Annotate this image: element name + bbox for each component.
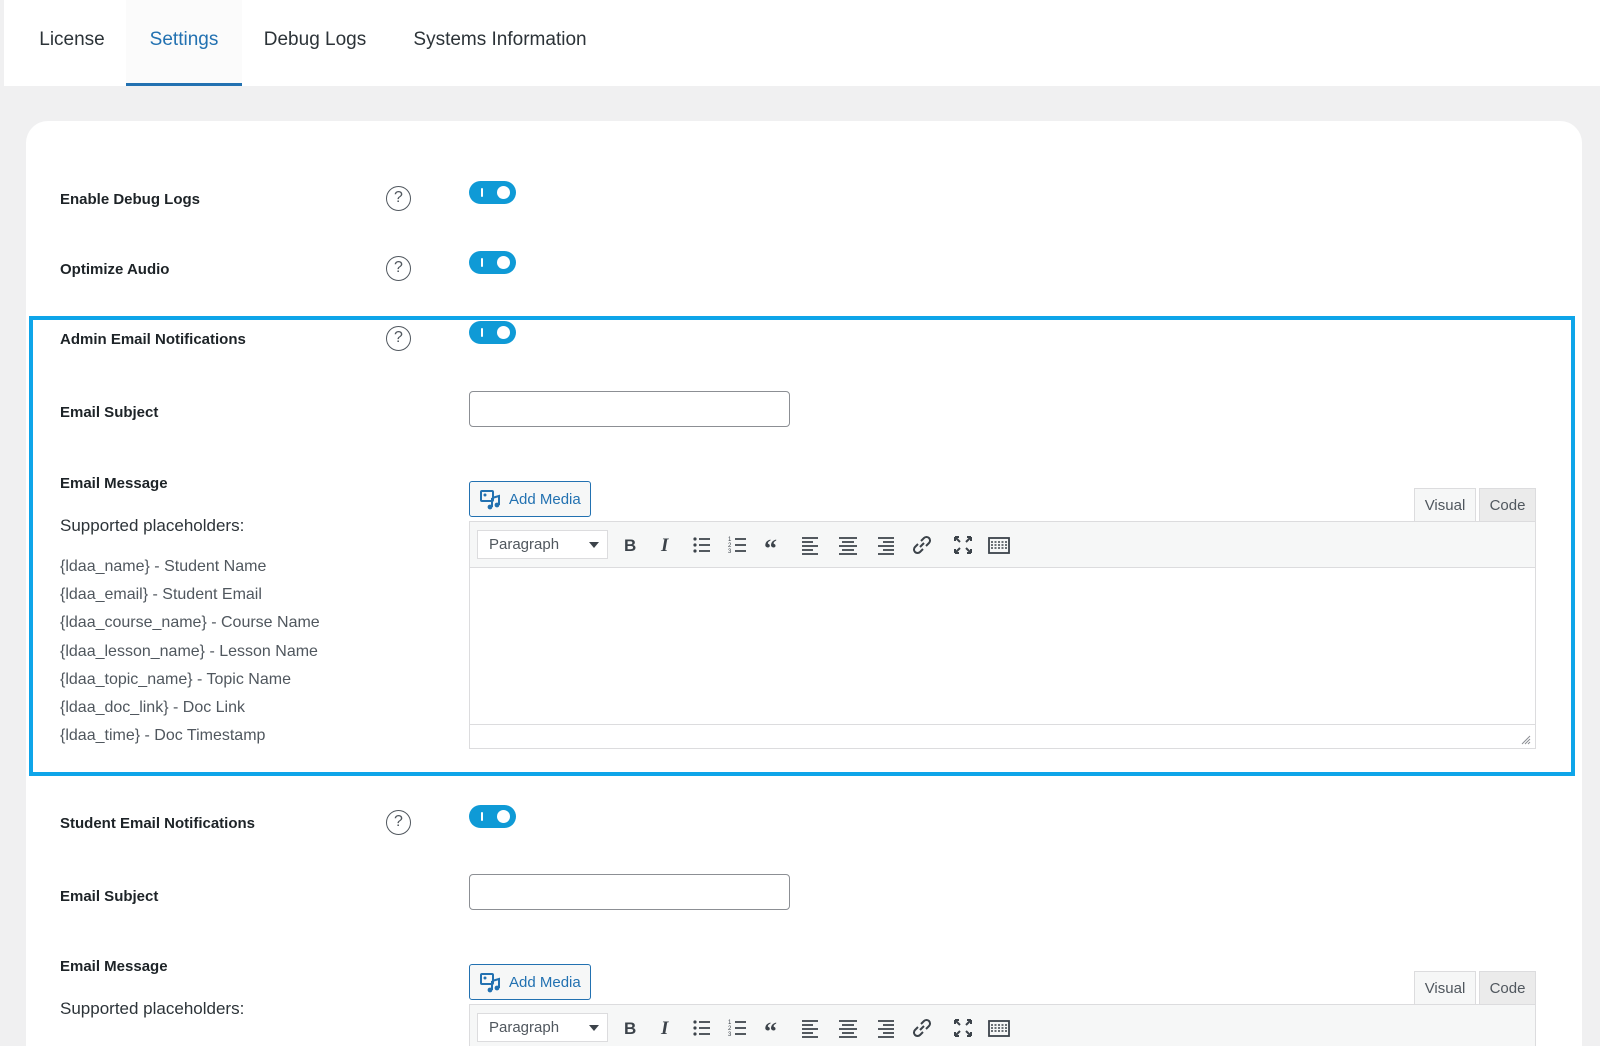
placeholders-heading: Supported placeholders: <box>60 999 245 1018</box>
help-icon[interactable]: ? <box>386 326 411 351</box>
enable-debug-logs-label: Enable Debug Logs <box>60 191 201 208</box>
admin-email-notifications-label: Admin Email Notifications <box>60 331 246 348</box>
bullet-list-icon[interactable] <box>688 531 716 559</box>
resize-grip-icon[interactable] <box>1521 735 1531 745</box>
editor-tab-visual[interactable]: Visual <box>1414 488 1476 522</box>
svg-text:I: I <box>660 1018 669 1039</box>
format-select[interactable]: Paragraph <box>477 530 608 559</box>
align-center-icon[interactable] <box>834 1014 862 1042</box>
numbered-list-icon[interactable]: 123 <box>724 1014 752 1042</box>
enable-debug-logs-toggle[interactable] <box>469 181 516 204</box>
italic-icon[interactable]: I <box>652 531 680 559</box>
help-icon[interactable]: ? <box>386 256 411 281</box>
placeholder-item: {ldaa_time} - Doc Timestamp <box>60 727 266 744</box>
chevron-down-icon <box>589 1025 599 1031</box>
placeholder-item: {ldaa_lesson_name} - Lesson Name <box>60 643 318 660</box>
student-email-message-editor: Paragraph B I 1 2 3 “ <box>469 1004 1536 1046</box>
link-icon[interactable] <box>908 531 936 559</box>
placeholders-heading: Supported placeholders: <box>60 516 245 535</box>
admin-email-subject-input[interactable] <box>469 391 790 427</box>
optimize-audio-toggle[interactable] <box>469 251 516 274</box>
blockquote-icon[interactable]: “ <box>760 531 788 563</box>
placeholder-item: {ldaa_topic_name} - Topic Name <box>60 671 291 688</box>
student-email-message-label: Email Message <box>60 958 168 975</box>
bold-icon[interactable]: B <box>616 531 644 559</box>
placeholder-item: {ldaa_name} - Student Name <box>60 558 267 575</box>
align-center-icon[interactable] <box>834 531 862 559</box>
editor-tab-code[interactable]: Code <box>1479 971 1536 1005</box>
blockquote-icon[interactable]: “ <box>760 1014 788 1046</box>
svg-text:B: B <box>624 1019 636 1038</box>
svg-text:3: 3 <box>728 1032 732 1038</box>
svg-text:“: “ <box>764 534 777 559</box>
format-select-value: Paragraph <box>489 1019 560 1036</box>
placeholder-item: {ldaa_email} - Student Email <box>60 586 262 603</box>
editor-tab-visual[interactable]: Visual <box>1414 971 1476 1005</box>
student-email-subject-label: Email Subject <box>60 888 159 905</box>
align-right-icon[interactable] <box>871 1014 899 1042</box>
toolbar-toggle-icon[interactable] <box>985 531 1013 559</box>
student-email-notifications-toggle[interactable] <box>469 805 516 828</box>
svg-text:I: I <box>660 535 669 556</box>
svg-text:“: “ <box>764 1017 777 1042</box>
editor-status-bar <box>470 724 1535 748</box>
placeholder-item: {ldaa_course_name} - Course Name <box>60 614 320 631</box>
bold-icon[interactable]: B <box>616 1014 644 1042</box>
media-icon <box>480 490 500 510</box>
student-email-subject-input[interactable] <box>469 874 790 910</box>
format-select-value: Paragraph <box>489 536 560 553</box>
admin-email-message-editor: Paragraph B I 1 2 3 “ <box>469 521 1536 749</box>
toolbar-toggle-icon[interactable] <box>985 1014 1013 1042</box>
admin-email-subject-label: Email Subject <box>60 404 159 421</box>
media-icon <box>480 973 500 993</box>
editor-tab-code[interactable]: Code <box>1479 488 1536 522</box>
svg-text:B: B <box>624 536 636 555</box>
align-left-icon[interactable] <box>797 531 825 559</box>
student-email-notifications-label: Student Email Notifications <box>60 815 256 832</box>
add-media-button[interactable]: Add Media <box>469 481 591 517</box>
fullscreen-icon[interactable] <box>949 1014 977 1042</box>
editor-toolbar: Paragraph B I 1 2 3 “ <box>470 1005 1535 1046</box>
tab-bar-background: License Settings Debug Logs Systems Info… <box>4 0 1600 86</box>
numbered-list-icon[interactable]: 123 <box>724 531 752 559</box>
optimize-audio-label: Optimize Audio <box>60 261 170 278</box>
add-media-button[interactable]: Add Media <box>469 964 591 1000</box>
tab-debug-logs[interactable]: Debug Logs <box>245 0 385 86</box>
chevron-down-icon <box>589 542 599 548</box>
tab-systems-information[interactable]: Systems Information <box>396 0 604 86</box>
add-media-label: Add Media <box>509 491 581 508</box>
align-right-icon[interactable] <box>871 531 899 559</box>
editor-content-area[interactable] <box>470 568 1535 724</box>
link-icon[interactable] <box>908 1014 936 1042</box>
editor-toolbar: Paragraph B I 1 2 3 “ <box>470 522 1535 568</box>
help-icon[interactable]: ? <box>386 810 411 835</box>
bullet-list-icon[interactable] <box>688 1014 716 1042</box>
tab-license[interactable]: License <box>18 0 126 86</box>
help-icon[interactable]: ? <box>386 186 411 211</box>
admin-email-message-label: Email Message <box>60 475 168 492</box>
italic-icon[interactable]: I <box>652 1014 680 1042</box>
admin-email-notifications-toggle[interactable] <box>469 321 516 344</box>
svg-text:3: 3 <box>728 549 732 555</box>
fullscreen-icon[interactable] <box>949 531 977 559</box>
placeholder-item: {ldaa_doc_link} - Doc Link <box>60 699 246 716</box>
tab-bar: License Settings Debug Logs Systems Info… <box>0 0 1600 86</box>
add-media-label: Add Media <box>509 974 581 991</box>
align-left-icon[interactable] <box>797 1014 825 1042</box>
format-select[interactable]: Paragraph <box>477 1013 608 1042</box>
tab-settings[interactable]: Settings <box>126 0 242 86</box>
